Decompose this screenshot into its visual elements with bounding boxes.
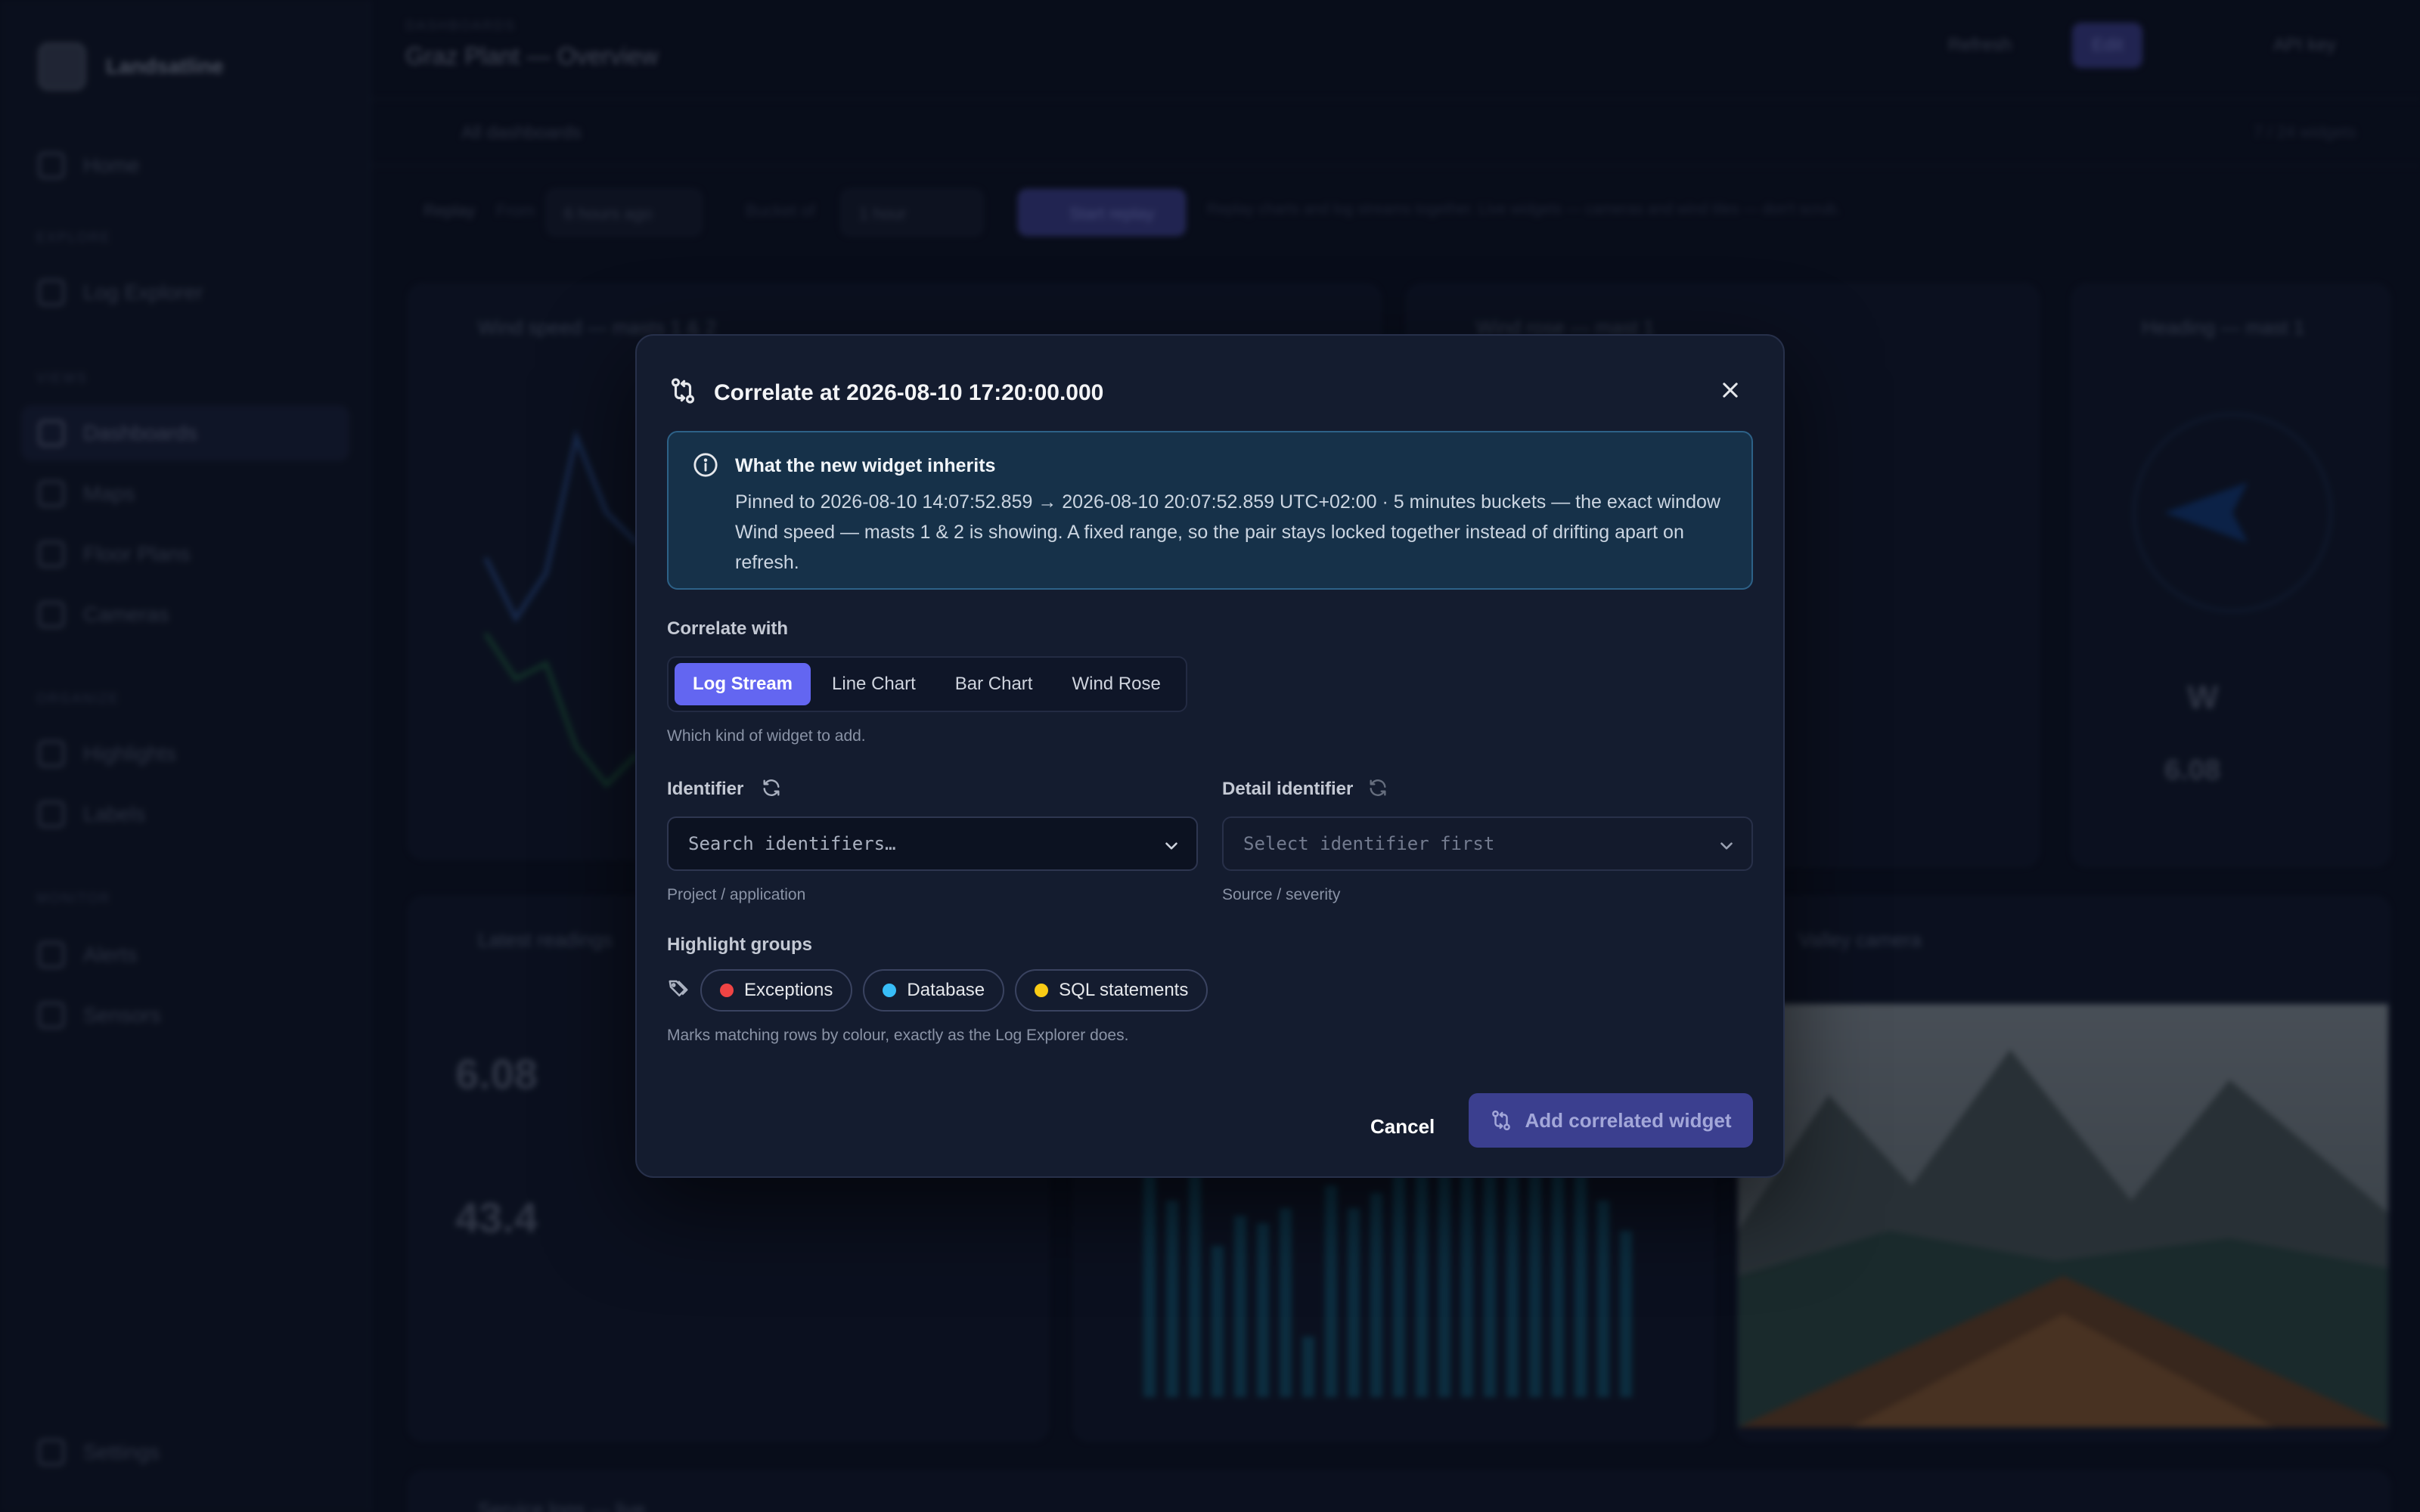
identifier-refresh-button[interactable] xyxy=(761,777,782,802)
info-title: What the new widget inherits xyxy=(735,455,996,476)
detail-identifier-placeholder: Select identifier first xyxy=(1243,833,1495,854)
identifier-placeholder: Search identifiers… xyxy=(688,833,896,854)
identifier-hint: Project / application xyxy=(667,886,806,903)
highlight-chip-exceptions[interactable]: Exceptions xyxy=(700,969,853,1012)
correlate-icon xyxy=(669,376,697,409)
highlight-groups: Exceptions Database SQL statements xyxy=(667,969,1208,1012)
info-body: Pinned to 2026-08-10 14:07:52.859 → 2026… xyxy=(735,491,1720,573)
close-icon xyxy=(1723,383,1738,398)
detail-identifier-hint: Source / severity xyxy=(1222,886,1341,903)
correlate-with-label: Correlate with xyxy=(667,618,789,639)
highlight-groups-label: Highlight groups xyxy=(667,934,812,955)
color-dot xyxy=(720,984,734,997)
dialog-header: Correlate at 2026-08-10 17:20:00.000 xyxy=(669,376,1103,409)
refresh-icon xyxy=(1370,779,1386,796)
chevron-down-icon xyxy=(1165,842,1177,850)
detail-identifier-label: Detail identifier xyxy=(1222,779,1354,799)
cancel-button[interactable]: Cancel xyxy=(1348,1099,1457,1154)
color-dot xyxy=(883,984,897,997)
add-correlated-widget-button[interactable]: Add correlated widget xyxy=(1469,1093,1753,1148)
widget-type-wind-rose[interactable]: Wind Rose xyxy=(1053,663,1178,705)
widget-type-line-chart[interactable]: Line Chart xyxy=(814,663,934,705)
identifier-select[interactable]: Search identifiers… xyxy=(667,816,1198,871)
highlight-groups-hint: Marks matching rows by colour, exactly a… xyxy=(667,1027,1129,1044)
widget-type-bar-chart[interactable]: Bar Chart xyxy=(937,663,1051,705)
correlate-icon xyxy=(1492,1110,1511,1131)
widget-type-log-stream[interactable]: Log Stream xyxy=(675,663,811,705)
highlight-chip-sql-statements[interactable]: SQL statements xyxy=(1015,969,1208,1012)
detail-identifier-select[interactable]: Select identifier first xyxy=(1222,816,1753,871)
close-button[interactable] xyxy=(1715,375,1745,405)
color-dot xyxy=(1035,984,1049,997)
dialog-title: Correlate at 2026-08-10 17:20:00.000 xyxy=(714,380,1104,405)
info-icon xyxy=(693,452,718,482)
identifier-label: Identifier xyxy=(667,779,744,799)
highlight-chip-database[interactable]: Database xyxy=(863,969,1005,1012)
chevron-down-icon xyxy=(1720,842,1733,850)
refresh-icon xyxy=(763,779,780,796)
detail-refresh-button[interactable] xyxy=(1367,777,1388,802)
widget-type-hint: Which kind of widget to add. xyxy=(667,727,866,745)
correlate-dialog: Correlate at 2026-08-10 17:20:00.000 Wha… xyxy=(635,334,1785,1178)
inherit-info-callout: What the new widget inherits Pinned to 2… xyxy=(667,431,1753,590)
tags-icon xyxy=(667,978,690,1004)
widget-type-selector: Log Stream Line Chart Bar Chart Wind Ros… xyxy=(667,656,1187,712)
